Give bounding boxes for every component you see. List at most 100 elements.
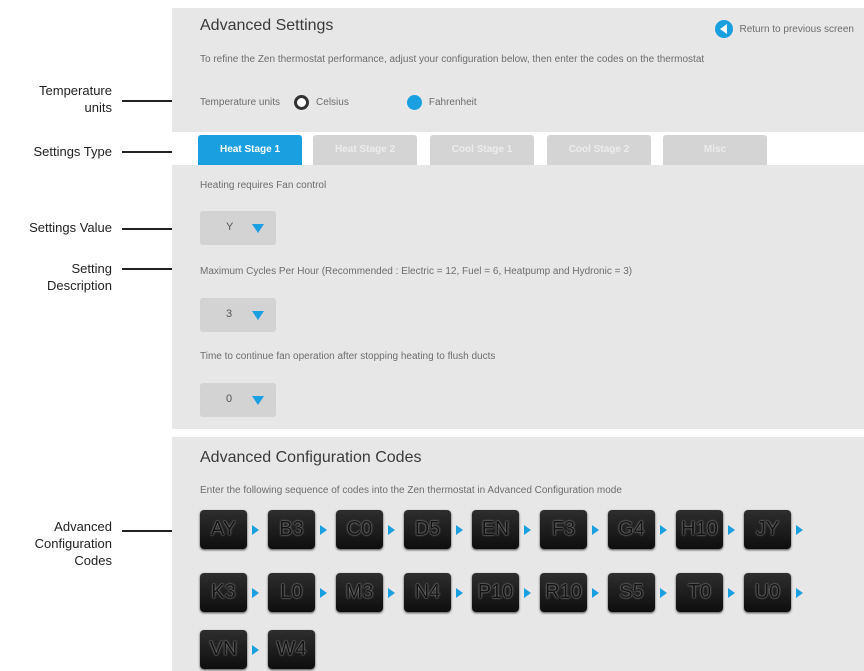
annotation-text: Codes <box>74 553 112 568</box>
arrow-right-icon <box>252 525 259 535</box>
return-link[interactable]: Return to previous screen <box>715 20 854 38</box>
tab-cool-stage-1[interactable]: Cool Stage 1 <box>430 135 534 165</box>
code-text: F3 <box>551 518 576 540</box>
code-tile: F3 <box>540 510 587 549</box>
arrow-right-icon <box>320 525 327 535</box>
code-text: EN <box>481 518 510 540</box>
heating-fan-select[interactable]: Y <box>200 211 276 245</box>
temperature-units-label: Temperature units <box>200 97 281 108</box>
page-title: Advanced Settings <box>200 17 334 34</box>
code-text: U0 <box>754 581 781 603</box>
annotation-setting-description: Setting Description <box>0 260 112 294</box>
field-description: Heating requires Fan control <box>200 180 327 191</box>
code-text: C0 <box>346 518 373 540</box>
annotation-settings-type: Settings Type <box>0 143 112 160</box>
code-tile: AY <box>200 510 247 549</box>
code-text: W4 <box>276 638 307 660</box>
annotation-text: Settings Value <box>29 220 112 235</box>
code-tile: L0 <box>268 573 315 612</box>
annotation-advanced-codes: Advanced Configuration Codes <box>0 518 112 569</box>
code-text: VN <box>209 638 238 660</box>
arrow-right-icon <box>660 588 667 598</box>
arrow-right-icon <box>320 588 327 598</box>
arrow-right-icon <box>592 525 599 535</box>
dropdown-caret-icon <box>252 396 264 405</box>
code-tile: H10 <box>676 510 723 549</box>
code-text: K3 <box>211 581 236 603</box>
arrow-right-icon <box>456 588 463 598</box>
max-cycles-select[interactable]: 3 <box>200 298 276 332</box>
codes-title: Advanced Configuration Codes <box>200 449 422 466</box>
codes-instruction: Enter the following sequence of codes in… <box>200 485 622 496</box>
arrow-right-icon <box>524 588 531 598</box>
code-tile: D5 <box>404 510 451 549</box>
radio-label: Celsius <box>316 97 349 108</box>
field-description: Maximum Cycles Per Hour (Recommended : E… <box>200 266 633 277</box>
tab-cool-stage-2[interactable]: Cool Stage 2 <box>547 135 651 165</box>
tab-misc[interactable]: Misc <box>663 135 767 165</box>
radio-celsius[interactable]: Celsius <box>294 95 349 110</box>
arrow-right-icon <box>252 588 259 598</box>
code-text: G4 <box>618 518 645 540</box>
code-tile: C0 <box>336 510 383 549</box>
arrow-right-icon <box>252 645 259 655</box>
annotation-text: Settings Type <box>33 144 112 159</box>
arrow-right-icon <box>796 525 803 535</box>
code-text: JY <box>755 518 780 540</box>
annotation-settings-value: Settings Value <box>0 219 112 236</box>
arrow-right-icon <box>728 588 735 598</box>
arrow-right-icon <box>524 525 531 535</box>
code-text: H10 <box>681 518 718 540</box>
code-tile: G4 <box>608 510 655 549</box>
radio-selected-icon <box>406 95 422 110</box>
code-text: N4 <box>414 581 441 603</box>
annotation-text: Configuration <box>34 536 112 551</box>
arrow-right-icon <box>388 588 395 598</box>
settings-tabs: Heat Stage 1 Heat Stage 2 Cool Stage 1 C… <box>172 132 864 165</box>
settings-panel: Advanced Settings Return to previous scr… <box>172 8 864 429</box>
code-tile: B3 <box>268 510 315 549</box>
arrow-right-icon <box>728 525 735 535</box>
annotation-text: units <box>84 100 112 115</box>
arrow-right-icon <box>796 588 803 598</box>
code-tile: VN <box>200 630 247 669</box>
code-text: D5 <box>414 518 441 540</box>
arrow-right-icon <box>660 525 667 535</box>
code-text: S5 <box>619 581 644 603</box>
code-tile: U0 <box>744 573 791 612</box>
code-text: T0 <box>687 581 712 603</box>
codes-panel: Advanced Configuration Codes Enter the f… <box>172 437 864 671</box>
temperature-units-row: Temperature units Celsius Fahrenheit <box>200 95 477 110</box>
radio-fahrenheit[interactable]: Fahrenheit <box>406 95 477 110</box>
annotation-text: Advanced <box>54 519 112 534</box>
code-tile: JY <box>744 510 791 549</box>
arrow-right-icon <box>592 588 599 598</box>
code-text: B3 <box>279 518 304 540</box>
fan-continue-select[interactable]: 0 <box>200 383 276 417</box>
code-tile: S5 <box>608 573 655 612</box>
code-tile: K3 <box>200 573 247 612</box>
field-description: Time to continue fan operation after sto… <box>200 351 496 362</box>
back-arrow-icon <box>715 20 734 38</box>
code-tile: W4 <box>268 630 315 669</box>
code-tile: N4 <box>404 573 451 612</box>
select-value: Y <box>226 221 234 233</box>
arrow-right-icon <box>456 525 463 535</box>
code-tile: T0 <box>676 573 723 612</box>
arrow-right-icon <box>388 525 395 535</box>
annotation-temperature-units: Temperature units <box>0 82 112 116</box>
dropdown-caret-icon <box>252 224 264 233</box>
radio-label: Fahrenheit <box>428 97 477 108</box>
code-tile: R10 <box>540 573 587 612</box>
tab-heat-stage-1[interactable]: Heat Stage 1 <box>198 135 302 165</box>
code-text: M3 <box>345 581 374 603</box>
code-text: AY <box>210 518 237 540</box>
code-text: R10 <box>545 581 582 603</box>
intro-text: To refine the Zen thermostat performance… <box>200 54 705 65</box>
annotation-text: Setting <box>71 261 112 276</box>
annotation-text: Description <box>46 278 112 293</box>
radio-unselected-icon <box>294 95 310 110</box>
tab-heat-stage-2[interactable]: Heat Stage 2 <box>313 135 417 165</box>
select-value: 0 <box>226 393 233 405</box>
annotation-text: Temperature <box>39 83 112 98</box>
